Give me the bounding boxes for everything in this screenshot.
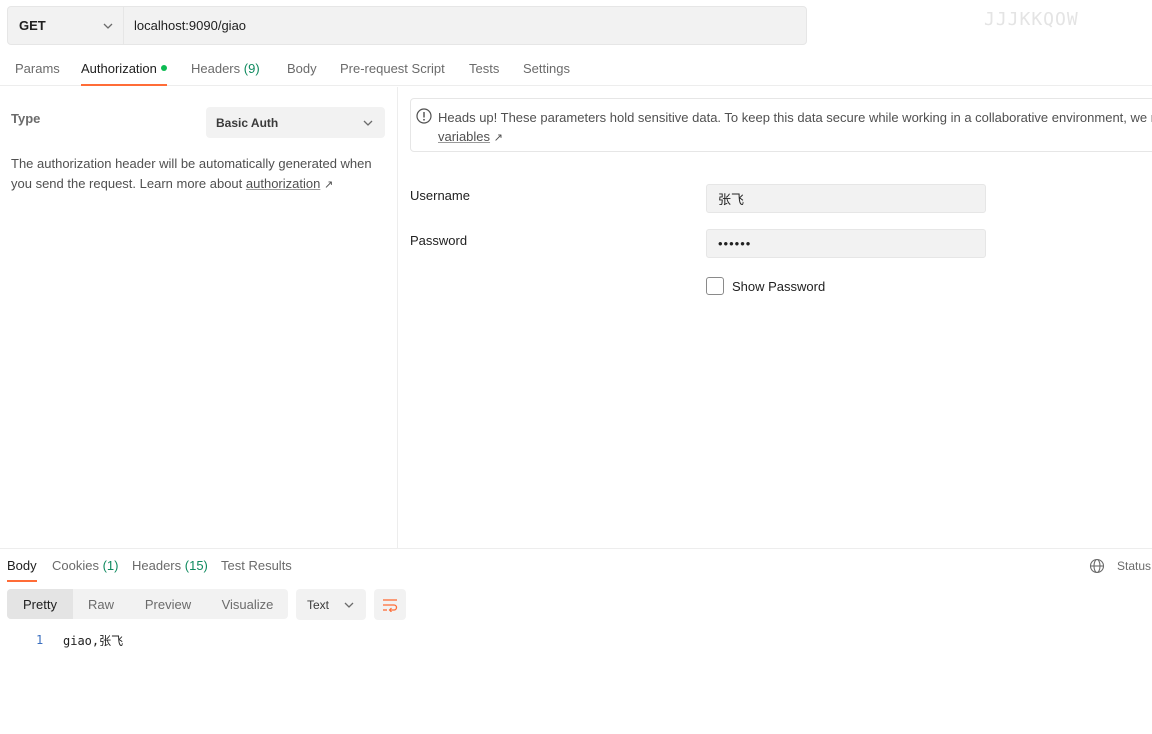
response-format-value: Text (307, 597, 330, 612)
tab-count: (1) (102, 558, 119, 573)
response-body-line: giao,张飞 (63, 634, 124, 648)
tab-headers[interactable]: Headers (9) (191, 61, 260, 86)
auth-type-label: Type (11, 111, 41, 126)
tab-label: Headers (191, 61, 241, 76)
request-tabs: Params Authorization Headers (9) Body Pr… (0, 52, 1152, 86)
url-text: localhost:9090/giao (134, 18, 247, 33)
response-format-select[interactable]: Text (296, 589, 366, 620)
tab-cookies[interactable]: Cookies (1) (52, 558, 118, 582)
view-mode-group: Pretty Raw Preview Visualize (7, 589, 288, 619)
url-input[interactable]: localhost:9090/giao (124, 7, 806, 44)
chevron-down-icon (344, 602, 354, 608)
response-tabs: Body Cookies (1) Headers (15) Test Resul… (0, 548, 1152, 582)
view-visualize-button[interactable]: Visualize (207, 589, 288, 619)
tab-label: Settings (523, 61, 570, 76)
request-url-bar: GET localhost:9090/giao (7, 6, 807, 45)
wrap-lines-icon (383, 598, 398, 612)
username-value: 张飞 (718, 192, 745, 207)
tab-label: Tests (469, 61, 500, 76)
chevron-down-icon (103, 23, 113, 29)
chevron-down-icon (363, 120, 373, 126)
tab-count: (9) (243, 61, 260, 76)
auth-type-value: Basic Auth (216, 115, 279, 130)
tab-authorization[interactable]: Authorization (81, 61, 167, 86)
show-password-checkbox[interactable] (706, 277, 724, 295)
auth-description: The authorization header will be automat… (11, 154, 386, 195)
tab-params[interactable]: Params (15, 61, 60, 86)
show-password-label[interactable]: Show Password (732, 279, 825, 294)
notice-link-row: variables ↗ (438, 127, 503, 148)
tab-label: Cookies (52, 558, 99, 573)
tab-label: Headers (132, 558, 182, 573)
view-pretty-button[interactable]: Pretty (7, 589, 73, 619)
status-label: Status: (1117, 559, 1152, 573)
line-number: 1 (36, 633, 44, 647)
password-label: Password (410, 233, 468, 248)
username-input[interactable]: 张飞 (706, 184, 986, 213)
sensitive-data-notice: Heads up! These parameters hold sensitiv… (410, 98, 1152, 152)
view-raw-button[interactable]: Raw (73, 589, 129, 619)
globe-icon[interactable] (1089, 558, 1105, 574)
info-circle-icon (416, 108, 432, 124)
tab-label: Body (7, 558, 37, 573)
tab-response-headers[interactable]: Headers (15) (132, 558, 208, 582)
tab-label: Body (287, 61, 317, 76)
external-link-icon: ↗ (493, 132, 503, 144)
modified-indicator-dot (160, 65, 167, 71)
tab-response-body[interactable]: Body (7, 558, 37, 582)
auth-type-pane: Type Basic Auth The authorization header… (0, 87, 398, 548)
tab-settings[interactable]: Settings (523, 61, 570, 86)
method-select[interactable]: GET (8, 7, 124, 44)
tab-label: Params (15, 61, 60, 76)
faded-header-text: JJJKKQOW (984, 9, 1079, 30)
tab-test-results[interactable]: Test Results (221, 558, 292, 582)
external-link-icon: ↗ (323, 179, 334, 191)
variables-link[interactable]: variables (438, 129, 490, 144)
notice-text: Heads up! These parameters hold sensitiv… (438, 110, 1152, 125)
tab-pre-request-script[interactable]: Pre-request Script (340, 61, 445, 86)
wrap-lines-button[interactable] (374, 589, 406, 620)
authorization-docs-link[interactable]: authorization (246, 176, 320, 191)
method-label: GET (19, 18, 46, 33)
username-label: Username (410, 188, 470, 203)
tab-label: Pre-request Script (340, 61, 445, 76)
password-value: •••••• (718, 236, 752, 251)
view-preview-button[interactable]: Preview (129, 589, 207, 619)
tab-count: (15) (184, 558, 208, 573)
auth-type-select[interactable]: Basic Auth (206, 107, 385, 138)
password-input[interactable]: •••••• (706, 229, 986, 258)
tab-body[interactable]: Body (287, 61, 317, 86)
tab-tests[interactable]: Tests (469, 61, 499, 86)
tab-label: Authorization (81, 61, 157, 76)
tab-label: Test Results (221, 558, 292, 573)
